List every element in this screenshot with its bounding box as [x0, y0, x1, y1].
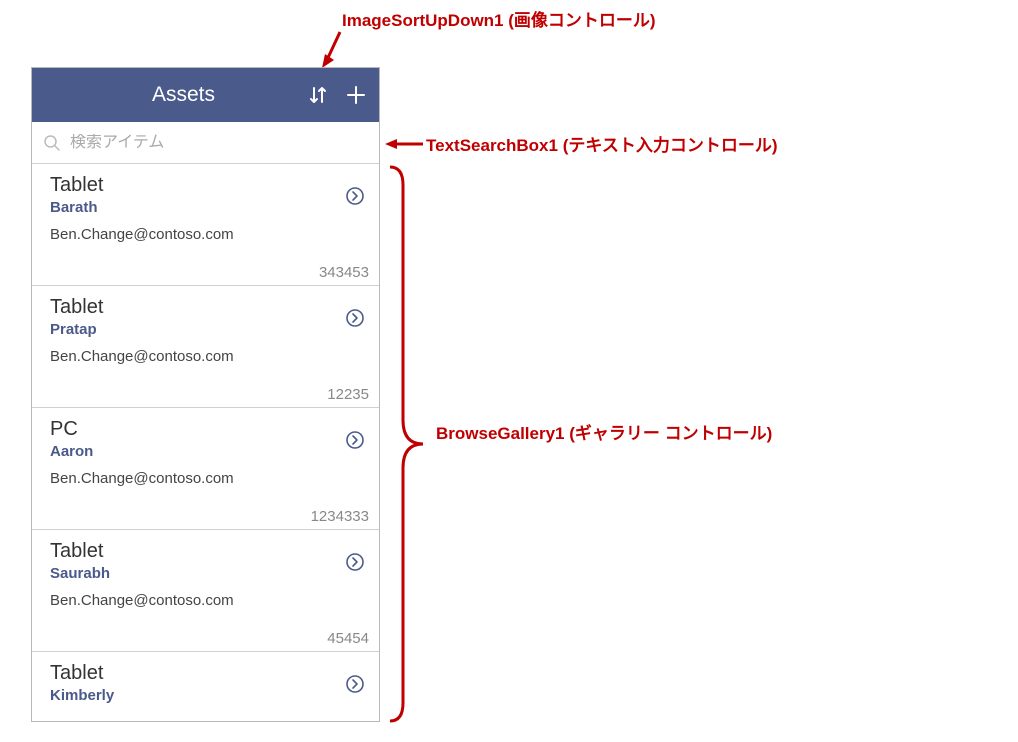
item-owner: Kimberly	[50, 687, 363, 704]
item-email: Ben.Change@contoso.com	[50, 348, 363, 365]
arrow-right-circle-icon[interactable]	[345, 430, 365, 450]
item-owner: Pratap	[50, 321, 363, 338]
sort-updown-icon[interactable]	[305, 82, 331, 108]
header-title: Assets	[152, 83, 215, 107]
list-item[interactable]: Tablet Barath Ben.Change@contoso.com 343…	[32, 164, 379, 286]
item-owner: Aaron	[50, 443, 363, 460]
item-owner: Saurabh	[50, 565, 363, 582]
annotation-gallery-label: BrowseGallery1 (ギャラリー コントロール)	[436, 419, 772, 444]
app-header: Assets	[32, 68, 379, 122]
item-number: 45454	[327, 630, 369, 647]
app-panel: Assets	[31, 67, 380, 722]
brace-icon	[385, 165, 425, 723]
arrow-right-circle-icon[interactable]	[345, 552, 365, 572]
arrow-left-icon	[385, 134, 425, 154]
item-number: 12235	[327, 386, 369, 403]
search-input[interactable]	[70, 134, 369, 152]
list-item[interactable]: Tablet Pratap Ben.Change@contoso.com 122…	[32, 286, 379, 408]
search-bar	[32, 122, 379, 164]
annotation-sort-label: ImageSortUpDown1 (画像コントロール)	[342, 6, 656, 31]
item-owner: Barath	[50, 199, 363, 216]
list-item[interactable]: Tablet Kimberly	[32, 652, 379, 720]
list-item[interactable]: PC Aaron Ben.Change@contoso.com 1234333	[32, 408, 379, 530]
item-email: Ben.Change@contoso.com	[50, 226, 363, 243]
browse-gallery: Tablet Barath Ben.Change@contoso.com 343…	[32, 164, 379, 720]
item-title: Tablet	[50, 662, 363, 685]
item-email: Ben.Change@contoso.com	[50, 470, 363, 487]
arrow-down-left-icon	[322, 30, 344, 68]
item-title: Tablet	[50, 296, 363, 319]
arrow-right-circle-icon[interactable]	[345, 186, 365, 206]
item-title: Tablet	[50, 174, 363, 197]
item-title: PC	[50, 418, 363, 441]
item-email: Ben.Change@contoso.com	[50, 592, 363, 609]
search-icon	[42, 133, 62, 153]
item-number: 343453	[319, 264, 369, 281]
arrow-right-circle-icon[interactable]	[345, 308, 365, 328]
item-title: Tablet	[50, 540, 363, 563]
list-item[interactable]: Tablet Saurabh Ben.Change@contoso.com 45…	[32, 530, 379, 652]
item-number: 1234333	[311, 508, 369, 525]
arrow-right-circle-icon[interactable]	[345, 674, 365, 694]
plus-icon[interactable]	[343, 82, 369, 108]
annotation-search-label: TextSearchBox1 (テキスト入力コントロール)	[426, 131, 778, 156]
